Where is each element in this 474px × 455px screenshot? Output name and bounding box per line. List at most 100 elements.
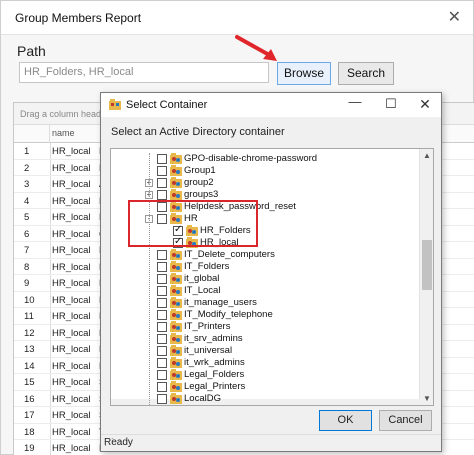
cell-name: HR_local [52,179,91,190]
row-indicator-header [14,125,50,143]
group-icon [170,285,182,296]
tree-item[interactable]: it_manage_users [111,297,411,309]
tree-item-label: group2 [184,177,214,188]
tree-item-checkbox[interactable] [157,394,167,404]
tree-item-checkbox[interactable] [157,346,167,356]
row-divider [50,440,51,455]
cell-name: HR_local [52,377,91,388]
row-divider [50,291,51,307]
group-icon [170,369,182,380]
tree-item-checkbox[interactable] [157,298,167,308]
row-index: 12 [24,327,35,339]
tree-item[interactable]: IT_Folders [111,261,411,273]
group-icon [170,273,182,284]
tree-connector-line [149,153,150,405]
tree-item-checkbox[interactable] [157,166,167,176]
tree-item-label: it_manage_users [184,297,257,308]
search-button[interactable]: Search [338,62,394,85]
tree-item-checkbox[interactable] [157,250,167,260]
tree-item-label: Legal_Printers [184,381,246,392]
row-index: 5 [24,212,30,223]
row-divider [50,258,51,274]
row-index: 9 [24,278,30,289]
dialog-title-bar: Select Container — ☐ ✕ [101,93,441,117]
tree-item[interactable]: it_wrk_admins [111,357,411,369]
tree-item[interactable]: IT_Modify_telephone [111,309,411,321]
scroll-thumb[interactable] [422,240,432,290]
select-container-dialog: Select Container — ☐ ✕ Select an Active … [100,92,442,452]
row-divider [50,192,51,208]
tree-item[interactable]: IT_Printers [111,321,411,333]
close-icon[interactable]: ✕ [448,7,461,27]
tree-item[interactable]: IT_Local [111,285,411,297]
tree-item-checkbox[interactable] [157,262,167,272]
cell-name: HR_local [52,410,91,421]
cell-name: HR_local [52,261,91,273]
tree-item-checkbox[interactable] [157,190,167,200]
container-tree[interactable]: ▲ ▼ GPO-disable-chrome-password Group1 + gr… [110,148,434,406]
tree-item-checkbox[interactable] [157,178,167,188]
row-index: 14 [24,360,35,372]
tree-item-checkbox[interactable] [157,286,167,296]
group-icon [170,165,182,176]
row-divider [50,390,51,406]
cell-name: HR_local [52,195,91,207]
row-index: 6 [24,228,30,240]
tree-item[interactable]: Group1 [111,165,411,177]
close-icon[interactable]: ✕ [415,96,435,113]
group-icon [170,261,182,272]
group-icon [170,333,182,344]
tree-item[interactable]: IT_Delete_computers [111,249,411,261]
tree-item-label: it_global [184,273,220,284]
tree-item[interactable]: Legal_Printers [111,381,411,393]
row-index: 18 [24,426,35,438]
tree-item-label: IT_Folders [184,261,230,272]
dialog-title: Select Container [126,99,208,111]
tree-item-checkbox[interactable] [157,154,167,164]
group-icon [170,393,182,404]
tree-item-checkbox[interactable] [157,370,167,380]
row-divider [50,209,51,225]
tree-item[interactable]: LocalDG [111,393,411,405]
tree-item-checkbox[interactable] [157,358,167,368]
ok-button[interactable]: OK [319,410,372,431]
group-icon [170,297,182,308]
tree-item-checkbox[interactable] [157,382,167,392]
tree-item-label: it_srv_admins [184,333,243,344]
tree-item[interactable]: Management [111,405,411,406]
tree-vertical-scrollbar[interactable]: ▲ ▼ [419,149,433,405]
row-divider [50,374,51,390]
tree-item[interactable]: it_universal [111,345,411,357]
tree-item-checkbox[interactable] [157,310,167,320]
group-icon [170,381,182,392]
row-divider [50,423,51,439]
tree-item[interactable]: it_srv_admins [111,333,411,345]
cancel-button[interactable]: Cancel [379,410,432,431]
minimize-icon[interactable]: — [345,94,365,109]
row-index: 16 [24,393,35,405]
container-app-icon [109,99,121,110]
row-index: 11 [24,311,34,322]
tree-item-label: it_wrk_admins [184,357,245,368]
resize-grip-icon[interactable]: ⋰ [104,437,439,449]
row-divider [50,275,51,291]
cell-name: HR_local [52,278,91,289]
tree-item[interactable]: GPO-disable-chrome-password [111,153,411,165]
row-divider [50,143,51,159]
scroll-up-icon[interactable]: ▲ [423,151,431,160]
tree-item-checkbox[interactable] [157,274,167,284]
tree-item[interactable]: Legal_Folders [111,369,411,381]
tree-item[interactable]: + group2 [111,177,411,189]
maximize-icon[interactable]: ☐ [381,96,401,112]
tree-item[interactable]: it_global [111,273,411,285]
scroll-down-icon[interactable]: ▼ [423,394,431,403]
column-header-name[interactable]: name [52,128,75,138]
tree-item-label: IT_Local [184,285,221,296]
browse-button[interactable]: Browse [277,62,331,85]
row-index: 17 [24,410,35,421]
tree-item-checkbox[interactable] [157,322,167,332]
tree-item-checkbox[interactable] [157,334,167,344]
path-input[interactable]: HR_Folders, HR_local [19,62,269,83]
group-icon [170,153,182,164]
status-bar: Ready ⋰ [101,434,441,451]
